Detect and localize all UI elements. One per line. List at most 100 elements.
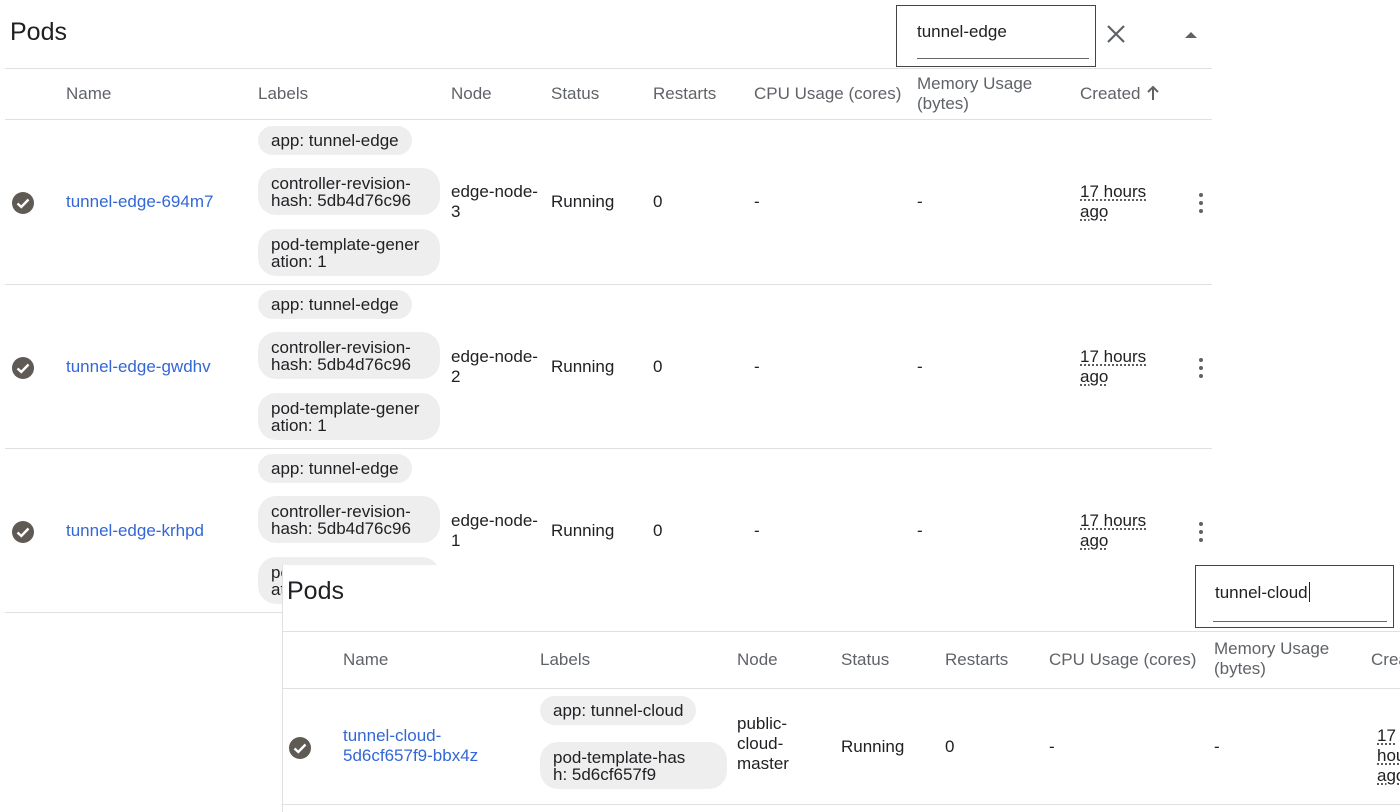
check-circle-icon: [12, 192, 34, 214]
node-cell-line: edge-node-: [451, 347, 538, 366]
check-circle-icon: [12, 357, 34, 379]
row-divider: [5, 284, 1212, 285]
label-chip: app: tunnel-edge: [258, 290, 412, 319]
node-cell: edge-node- 3: [451, 182, 538, 222]
search-box[interactable]: tunnel-edge: [896, 5, 1096, 67]
label-chip: pod-template-has h: 5d6cf657f9: [540, 742, 727, 789]
pod-name-link[interactable]: tunnel-edge-694m7: [66, 191, 213, 213]
close-icon[interactable]: [1104, 22, 1128, 46]
row-divider: [5, 448, 1212, 449]
column-header-restarts[interactable]: Restarts: [653, 84, 716, 104]
node-cell-line: public-: [737, 714, 788, 733]
header-bottom-divider: [283, 688, 1400, 689]
node-cell-line: edge-node-: [451, 182, 538, 201]
created-cell-line: ago: [1080, 367, 1109, 386]
status-cell: Running: [551, 521, 615, 540]
more-vert-icon[interactable]: [1198, 191, 1204, 215]
restarts-cell: 0: [653, 192, 663, 211]
header-top-divider: [5, 68, 1212, 69]
more-vert-icon[interactable]: [1198, 356, 1204, 380]
check-circle-icon: [12, 521, 34, 543]
column-header-created-label: Created: [1080, 84, 1141, 103]
created-cell-line: 17 hours: [1080, 347, 1147, 366]
node-cell: public-cloud-master: [737, 714, 789, 774]
pod-name-link[interactable]: tunnel-edge-krhpd: [66, 520, 204, 542]
cpu-cell: -: [1049, 737, 1055, 756]
column-header-status[interactable]: Status: [841, 650, 889, 670]
node-cell-line: edge-node-: [451, 511, 538, 530]
node-cell: edge-node- 1: [451, 511, 538, 551]
column-header-node[interactable]: Node: [451, 84, 492, 104]
created-cell-line: ago: [1080, 202, 1109, 221]
status-cell: Running: [551, 192, 615, 211]
header-bottom-divider: [5, 119, 1212, 120]
column-header-restarts[interactable]: Restarts: [945, 650, 1008, 670]
label-chip-line: h: 5d6cf657f9: [553, 765, 657, 784]
label-chip-line: ation: 1: [271, 252, 327, 271]
node-cell-line: 2: [451, 367, 461, 386]
memory-cell: -: [917, 521, 923, 540]
cpu-cell: -: [754, 521, 760, 540]
status-cell: Running: [551, 357, 615, 376]
label-chip: controller-revision-hash: 5db4d76c96: [258, 496, 440, 543]
label-chip: controller-revision-hash: 5db4d76c96: [258, 168, 440, 215]
check-circle-icon: [289, 737, 311, 759]
search-underline: [917, 58, 1089, 59]
column-header-node[interactable]: Node: [737, 650, 778, 670]
pod-name-link[interactable]: tunnel-cloud- 5d6cf657f9-bbx4z: [343, 726, 478, 766]
pod-name-link[interactable]: tunnel-edge-gwdhv: [66, 356, 211, 378]
pod-name-link-line: 5d6cf657f9-bbx4z: [343, 746, 479, 765]
column-header-created[interactable]: Created: [1080, 84, 1160, 104]
search-input[interactable]: tunnel-edge: [917, 22, 1007, 42]
node-cell-line: 3: [451, 202, 461, 221]
header-top-divider: [283, 631, 1400, 632]
memory-cell: -: [1214, 737, 1220, 756]
column-header-status[interactable]: Status: [551, 84, 599, 104]
node-cell-line: cloud-: [737, 734, 784, 753]
arrow-up-icon: [1147, 85, 1160, 100]
node-cell-line: 1: [451, 531, 461, 550]
created-cell-line: 17 hours: [1080, 511, 1147, 530]
label-chip-line: ation: 1: [271, 416, 327, 435]
search-box[interactable]: tunnel-cloud: [1195, 565, 1394, 628]
text-cursor: [1308, 582, 1310, 602]
node-cell: edge-node- 2: [451, 347, 538, 387]
created-cell: 17 hoursago: [1080, 182, 1146, 222]
column-header-created[interactable]: Created: [1371, 650, 1400, 670]
label-chip: app: tunnel-edge: [258, 454, 412, 483]
created-cell: 17 hoursago: [1080, 347, 1146, 387]
column-header-cpu[interactable]: CPU Usage (cores): [754, 84, 901, 104]
label-chip-line: hash: 5db4d76c96: [271, 191, 411, 210]
label-chip-line: hash: 5db4d76c96: [271, 519, 411, 538]
search-underline: [1213, 621, 1387, 622]
label-chip: pod-template-generation: 1: [258, 393, 440, 440]
more-vert-icon[interactable]: [1198, 520, 1204, 544]
label-chip: app: tunnel-edge: [258, 126, 412, 155]
label-chip: controller-revision-hash: 5db4d76c96: [258, 332, 440, 379]
column-header-labels: Labels: [540, 650, 591, 669]
pods-panel-cloud: Pods tunnel-cloud Name Labels Node Statu…: [282, 565, 1400, 812]
search-input-value: tunnel-cloud: [1215, 583, 1308, 602]
created-cell: 17 hoursago: [1377, 726, 1400, 786]
caret-up-icon[interactable]: [1182, 28, 1200, 40]
column-header-memory[interactable]: Memory Usage (bytes): [1214, 639, 1344, 679]
cpu-cell: -: [754, 357, 760, 376]
column-header-name[interactable]: Name: [343, 650, 388, 670]
row-divider: [5, 612, 282, 613]
label-chip-line: hash: 5db4d76c96: [271, 355, 411, 374]
status-cell: Running: [841, 737, 905, 756]
row-divider: [283, 804, 1400, 805]
pods-panel-edge: Pods tunnel-edge Name Labels Node Status…: [0, 0, 1400, 613]
column-header-memory[interactable]: Memory Usage (bytes): [917, 74, 1047, 114]
search-input[interactable]: tunnel-cloud: [1215, 582, 1310, 603]
page-title: Pods: [287, 577, 344, 605]
pod-name-link-line: tunnel-cloud-: [343, 726, 442, 745]
created-cell-line: ago: [1080, 531, 1109, 550]
column-header-cpu[interactable]: CPU Usage (cores): [1049, 650, 1196, 670]
label-chip: pod-template-generation: 1: [258, 229, 440, 276]
restarts-cell: 0: [653, 521, 663, 540]
column-header-name[interactable]: Name: [66, 84, 111, 104]
memory-cell: -: [917, 192, 923, 211]
created-cell: 17 hoursago: [1080, 511, 1146, 551]
cpu-cell: -: [754, 192, 760, 211]
